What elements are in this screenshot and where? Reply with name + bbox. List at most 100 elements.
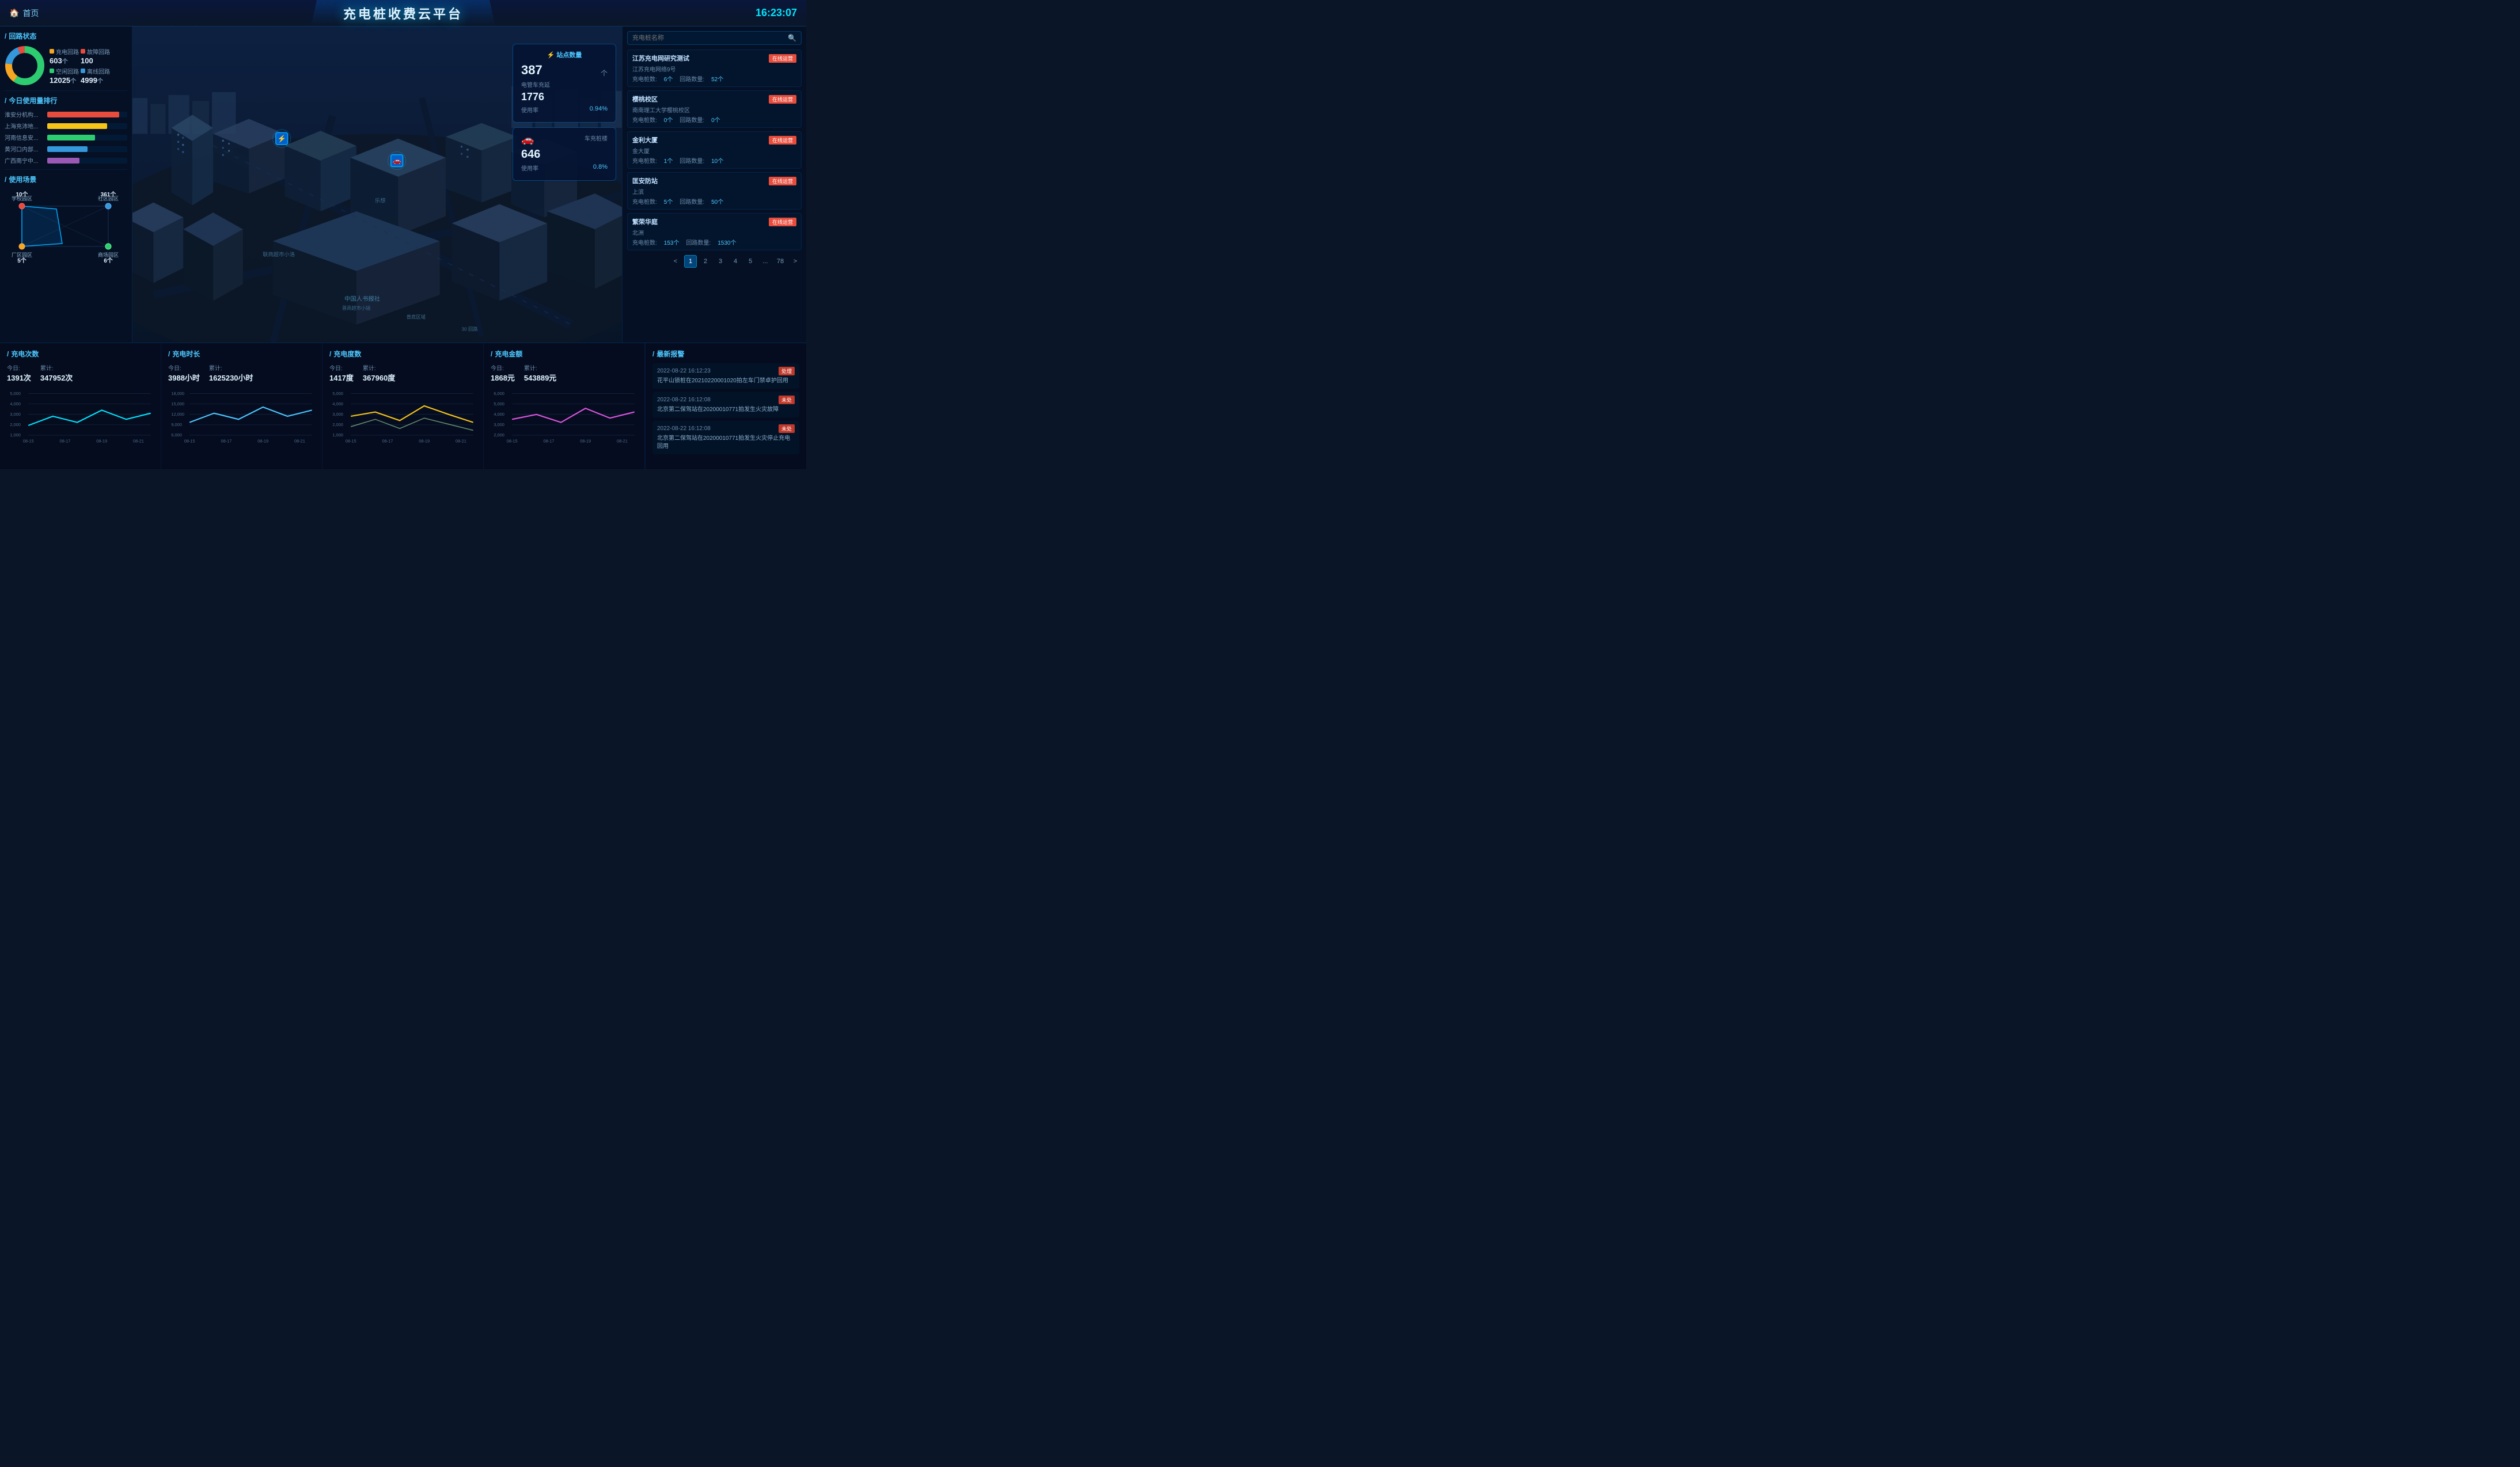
svg-text:联商超市小洛: 联商超市小洛: [263, 251, 295, 257]
chart-charging-kwh: 充电度数 今日: 1417度 累计: 367960度 5,000 4,000 3…: [322, 343, 484, 469]
station-item-4[interactable]: 繁荣华庭 在线运营 北洲 充电桩数: 153个 回路数量: 1530个: [627, 213, 802, 250]
status-badge-3: 在线运营: [769, 177, 796, 185]
chart-2-title: 充电时长: [168, 349, 315, 359]
search-bar[interactable]: 🔍: [627, 31, 802, 45]
scenario-svg: 学校园区 10个 社区园区 361个 厂区园区 5个 商场园区 6个: [5, 189, 126, 264]
rank-item-3: 黄河口内部...: [5, 145, 127, 153]
next-page-btn[interactable]: >: [789, 255, 802, 268]
legend-charging-value: 603: [50, 56, 62, 65]
svg-text:08-21: 08-21: [617, 439, 628, 444]
legend-fault-label: 故障回路: [87, 47, 110, 56]
donut-chart-area: 充电回路 603个 故障回路 100 空闲回路 12025个 离线回路 4999…: [5, 45, 127, 86]
legend-offline-label: 离线回路: [87, 67, 110, 75]
loop-status-legend: 充电回路 603个 故障回路 100 空闲回路 12025个 离线回路 4999…: [50, 47, 110, 85]
station-item-0[interactable]: 江苏充电网研究测试 在线运营 江苏充电网络9号 充电桩数: 6个 回路数量: 5…: [627, 50, 802, 87]
point-count-value: 387: [521, 63, 542, 78]
chart-3-svg: 5,000 4,000 3,000 2,000 1,000 08-15 08-1…: [329, 387, 476, 445]
page-5-btn[interactable]: 5: [744, 255, 757, 268]
chart-3-title: 充电度数: [329, 349, 476, 359]
svg-text:361个: 361个: [101, 191, 117, 198]
status-badge-1: 在线运营: [769, 95, 796, 104]
chart-1-svg: 5,000 4,000 3,000 2,000 1,000 08-15 08-1…: [7, 387, 154, 445]
station-info-card: ⚡ 站点数量 387 个 电管车充延 1776 使用率 0.94%: [513, 44, 616, 123]
svg-text:乐想: 乐想: [375, 197, 386, 204]
svg-text:15,000: 15,000: [171, 401, 184, 406]
svg-text:08-17: 08-17: [543, 439, 554, 444]
svg-text:商场园区: 商场园区: [98, 252, 119, 258]
svg-text:9,000: 9,000: [171, 422, 182, 427]
news-item-1: 2022-08-22 16:12:08 未处 北京第二保驾站在202000107…: [652, 392, 799, 417]
svg-text:08-17: 08-17: [59, 439, 70, 444]
home-label: 首页: [22, 7, 39, 19]
page-last-btn[interactable]: 78: [774, 255, 787, 268]
page-4-btn[interactable]: 4: [729, 255, 742, 268]
station-list: 江苏充电网研究测试 在线运营 江苏充电网络9号 充电桩数: 6个 回路数量: 5…: [627, 50, 802, 250]
status-badge-2: 在线运营: [769, 136, 796, 145]
chart-1-title: 充电次数: [7, 349, 154, 359]
legend-offline-value: 4999: [81, 76, 97, 85]
svg-text:中国人书报社: 中国人书报社: [344, 295, 380, 302]
prev-page-btn[interactable]: <: [669, 255, 682, 268]
svg-text:普商超市小插: 普商超市小插: [342, 305, 371, 311]
station-item-3[interactable]: 匡安防站 在线运营 上滨 充电桩数: 5个 回路数量: 50个: [627, 172, 802, 210]
home-link[interactable]: 🏠 首页: [9, 7, 39, 19]
svg-text:5个: 5个: [17, 257, 27, 264]
news-item-2: 2022-08-22 16:12:08 未处 北京第二保驾站在202000107…: [652, 421, 799, 454]
svg-text:🚗: 🚗: [392, 157, 401, 165]
svg-text:1,000: 1,000: [10, 432, 21, 438]
svg-text:3,000: 3,000: [332, 412, 343, 417]
svg-text:08-15: 08-15: [23, 439, 34, 444]
car-usage-label: 使用率: [521, 164, 538, 172]
time-display: 16:23:07: [756, 7, 797, 19]
page-ellipsis: ...: [759, 255, 772, 268]
usage-value: 0.94%: [590, 105, 608, 114]
svg-text:2,000: 2,000: [332, 422, 343, 427]
svg-text:10个: 10个: [16, 191, 28, 198]
svg-text:30 回路: 30 回路: [462, 326, 479, 332]
svg-text:08-21: 08-21: [294, 439, 305, 444]
svg-text:3,000: 3,000: [10, 412, 21, 417]
svg-text:08-15: 08-15: [346, 439, 356, 444]
rank-item-1: 上海充沛地...: [5, 121, 127, 130]
chart-2-svg: 18,000 15,000 12,000 9,000 6,000 08-15 0…: [168, 387, 315, 445]
search-input[interactable]: [632, 35, 784, 41]
svg-text:4,000: 4,000: [494, 412, 504, 417]
svg-text:2,000: 2,000: [494, 432, 504, 438]
status-badge-0: 在线运营: [769, 54, 796, 63]
station-icon: ⚡: [547, 52, 555, 59]
map-area[interactable]: ⚡ 🚗 乐想 联商超市小洛 普底区域 中国人书报社 普商超市小插 30 回路 ⚡…: [132, 26, 622, 343]
svg-text:⚡: ⚡: [278, 134, 286, 143]
car-icon: 🚗: [521, 134, 534, 146]
svg-text:08-19: 08-19: [580, 439, 591, 444]
loop-status-title: 回路状态: [5, 31, 127, 41]
chart-4-svg: 6,000 5,000 4,000 3,000 2,000 08-15 08-1…: [491, 387, 637, 445]
car-pile-value: 646: [521, 148, 540, 161]
svg-text:08-19: 08-19: [257, 439, 268, 444]
home-icon: 🏠: [9, 8, 19, 18]
chart-charging-amount: 充电金额 今日: 1868元 累计: 543889元 6,000 5,000 4…: [484, 343, 645, 469]
page-3-btn[interactable]: 3: [714, 255, 727, 268]
svg-text:4,000: 4,000: [10, 401, 21, 406]
svg-text:08-17: 08-17: [382, 439, 393, 444]
news-item-0: 2022-08-22 16:12:23 处理 花平山锁桩在20210220001…: [652, 363, 799, 389]
svg-text:08-21: 08-21: [133, 439, 144, 444]
station-item-1[interactable]: 樱桃校区 在线运营 南南理工大学樱桃校区 充电桩数: 0个 回路数量: 0个: [627, 90, 802, 128]
usage-ranking-list: 淮安分机构... 上海充沛地... 河南信息安... 黄河口内部... 广西南宁…: [5, 110, 127, 165]
svg-text:08-19: 08-19: [419, 439, 430, 444]
page-2-btn[interactable]: 2: [699, 255, 712, 268]
page-1-btn[interactable]: 1: [684, 255, 697, 268]
car-pile-label: 车充桩楼: [585, 134, 608, 146]
chart-charging-count: 充电次数 今日: 1391次 累计: 347952次 5,000 4,000 3…: [0, 343, 161, 469]
pagination: < 1 2 3 4 5 ... 78 >: [627, 255, 802, 268]
status-badge-4: 在线运营: [769, 218, 796, 226]
rank-item-2: 河南信息安...: [5, 133, 127, 142]
city-map: ⚡ 🚗 乐想 联商超市小洛 普底区域 中国人书报社 普商超市小插 30 回路 ⚡…: [132, 26, 622, 343]
station-item-2[interactable]: 金利大厦 在线运营 金大厦 充电桩数: 1个 回路数量: 10个: [627, 131, 802, 169]
chart-charging-duration: 充电时长 今日: 3988小时 累计: 1625230小时 18,000 15,…: [161, 343, 322, 469]
svg-text:6,000: 6,000: [494, 391, 504, 396]
svg-text:厂区园区: 厂区园区: [12, 252, 32, 258]
svg-text:08-21: 08-21: [456, 439, 466, 444]
rank-item-4: 广西南宁中...: [5, 156, 127, 165]
search-icon[interactable]: 🔍: [788, 34, 796, 42]
usage-label: 使用率: [521, 105, 538, 114]
